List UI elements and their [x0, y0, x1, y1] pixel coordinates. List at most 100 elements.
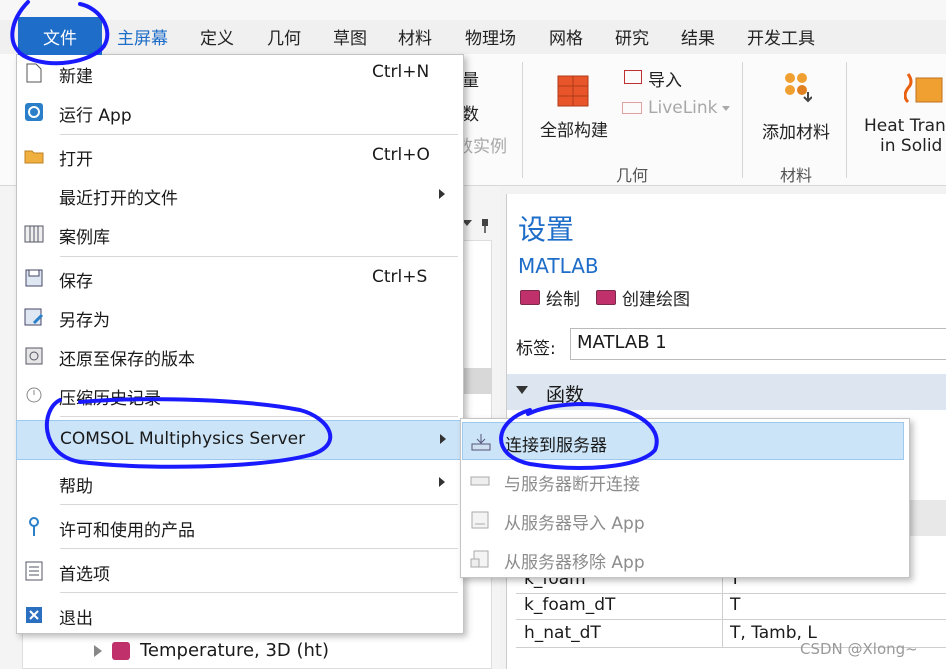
- expand-arrow-icon[interactable]: [94, 644, 102, 657]
- library-icon: [24, 224, 44, 244]
- add-material-icon: [782, 70, 813, 104]
- functions-section-title: 函数: [546, 384, 585, 406]
- tab-sketch[interactable]: 草图: [333, 24, 367, 49]
- add-material-button[interactable]: 添加材料: [762, 118, 830, 143]
- menu-item-application-libraries[interactable]: 案例库: [16, 215, 464, 253]
- tree-selected-row[interactable]: [462, 368, 492, 394]
- heat-transfer-button-line1[interactable]: Heat Tran: [864, 116, 946, 136]
- menu-item-save[interactable]: 保存 Ctrl+S: [16, 259, 464, 297]
- menu-item-label: COMSOL Multiphysics Server: [60, 429, 306, 449]
- exit-icon: [24, 605, 44, 625]
- table-row[interactable]: k_foam_dT T: [516, 592, 946, 620]
- menu-item-save-as[interactable]: 另存为: [16, 298, 464, 336]
- collapse-caret-icon[interactable]: [516, 386, 528, 394]
- submenu-item-remove-app: 从服务器移除 App: [462, 540, 904, 578]
- tab-geometry[interactable]: 几何: [267, 24, 301, 49]
- menu-item-label: 运行 App: [59, 106, 132, 126]
- partial-ribbon-label[interactable]: 数: [462, 100, 479, 125]
- watermark: CSDN @Xlong~: [800, 640, 918, 658]
- tab-mesh[interactable]: 网格: [549, 24, 583, 49]
- column-divider: [722, 620, 723, 648]
- menu-divider: [60, 256, 458, 257]
- tab-definitions[interactable]: 定义: [200, 24, 234, 49]
- menu-item-label: 另存为: [59, 311, 110, 331]
- menu-item-comsol-server[interactable]: COMSOL Multiphysics Server: [16, 420, 464, 460]
- submenu-arrow-icon: [439, 189, 445, 199]
- menu-divider: [60, 548, 458, 549]
- ribbon-tab-bar: 主屏幕 定义 几何 草图 材料 物理场 网格 研究 结果 开发工具: [0, 20, 946, 54]
- submenu-item-label: 与服务器断开连接: [504, 475, 640, 495]
- build-all-icon: [556, 74, 590, 108]
- pin-icon[interactable]: [480, 218, 490, 233]
- create-plot-button[interactable]: 创建绘图: [596, 285, 690, 310]
- menu-item-label: 压缩历史记录: [59, 389, 161, 409]
- create-plot-button-label: 创建绘图: [622, 290, 690, 310]
- import-button[interactable]: 导入: [648, 66, 682, 91]
- heat-transfer-button-line2[interactable]: in Solid: [880, 136, 942, 156]
- run-app-icon: [24, 102, 44, 122]
- tree-item-temperature[interactable]: Temperature, 3D (ht): [94, 640, 329, 661]
- submenu-item-disconnect-server: 与服务器断开连接: [462, 462, 904, 500]
- menu-divider: [60, 592, 458, 593]
- tab-developer[interactable]: 开发工具: [747, 24, 815, 49]
- menu-shortcut: Ctrl+N: [372, 62, 430, 82]
- submenu-item-connect-server[interactable]: 连接到服务器: [462, 422, 904, 460]
- menu-divider: [60, 504, 458, 505]
- menu-item-exit[interactable]: 退出: [16, 596, 464, 634]
- menu-divider: [60, 134, 458, 135]
- remove-app-icon: [470, 549, 490, 569]
- plot-group-icon: [112, 641, 130, 660]
- menu-shortcut: Ctrl+S: [372, 267, 428, 287]
- menu-item-new[interactable]: 新建 Ctrl+N: [16, 54, 464, 92]
- menu-item-open[interactable]: 打开 Ctrl+O: [16, 137, 464, 175]
- menu-item-revert[interactable]: 还原至保存的版本: [16, 337, 464, 375]
- submenu-item-label: 从服务器导入 App: [504, 514, 645, 534]
- menu-item-recent-files[interactable]: 最近打开的文件: [16, 176, 464, 214]
- tab-home[interactable]: 主屏幕: [117, 24, 168, 49]
- function-name-cell[interactable]: h_nat_dT: [524, 623, 601, 643]
- menu-divider: [60, 416, 458, 417]
- menu-item-compact-history[interactable]: 压缩历史记录: [16, 376, 464, 414]
- ribbon-divider: [846, 62, 847, 178]
- menu-item-label: 保存: [59, 272, 93, 292]
- save-icon: [24, 268, 44, 288]
- settings-subtitle: MATLAB: [518, 254, 599, 278]
- menu-item-label: 首选项: [59, 565, 110, 585]
- revert-icon: [24, 346, 44, 366]
- function-args-cell[interactable]: T: [730, 595, 740, 615]
- license-icon: [24, 517, 44, 537]
- submenu-arrow-icon: [439, 477, 445, 487]
- tab-physics[interactable]: 物理场: [465, 24, 516, 49]
- compact-history-icon: [24, 385, 44, 405]
- preferences-icon: [24, 561, 44, 581]
- tab-file[interactable]: 文件: [18, 17, 102, 55]
- label-field[interactable]: MATLAB 1: [570, 328, 946, 360]
- folder-icon: [24, 146, 44, 166]
- menu-item-label: 最近打开的文件: [59, 189, 178, 209]
- plot-button[interactable]: 绘制: [520, 285, 580, 310]
- menu-item-help[interactable]: 帮助: [16, 464, 464, 502]
- tree-item-label: Temperature, 3D (ht): [140, 640, 330, 661]
- partial-ribbon-label[interactable]: 量: [462, 66, 479, 91]
- submenu-item-label: 从服务器移除 App: [504, 553, 645, 573]
- menu-item-label: 新建: [59, 67, 93, 87]
- menu-item-label: 退出: [59, 609, 93, 629]
- ribbon-divider: [742, 62, 743, 178]
- function-name-cell[interactable]: k_foam_dT: [524, 595, 615, 615]
- menu-item-label: 还原至保存的版本: [59, 350, 195, 370]
- plot-icon: [520, 290, 540, 305]
- build-all-button[interactable]: 全部构建: [540, 116, 608, 141]
- menu-item-run-app[interactable]: 运行 App: [16, 93, 464, 131]
- tab-materials[interactable]: 材料: [398, 24, 432, 49]
- label-caption: 标签:: [516, 339, 556, 359]
- tab-study[interactable]: 研究: [615, 24, 649, 49]
- import-app-icon: [470, 510, 490, 530]
- menu-item-licensed-products[interactable]: 许可和使用的产品: [16, 508, 464, 546]
- tab-results[interactable]: 结果: [681, 24, 715, 49]
- menu-item-preferences[interactable]: 首选项: [16, 552, 464, 590]
- import-icon: [624, 70, 642, 84]
- submenu-arrow-icon: [440, 434, 446, 444]
- quick-access-toolbar: [0, 0, 946, 20]
- geometry-group-label: 几何: [616, 166, 649, 185]
- column-divider: [722, 592, 723, 620]
